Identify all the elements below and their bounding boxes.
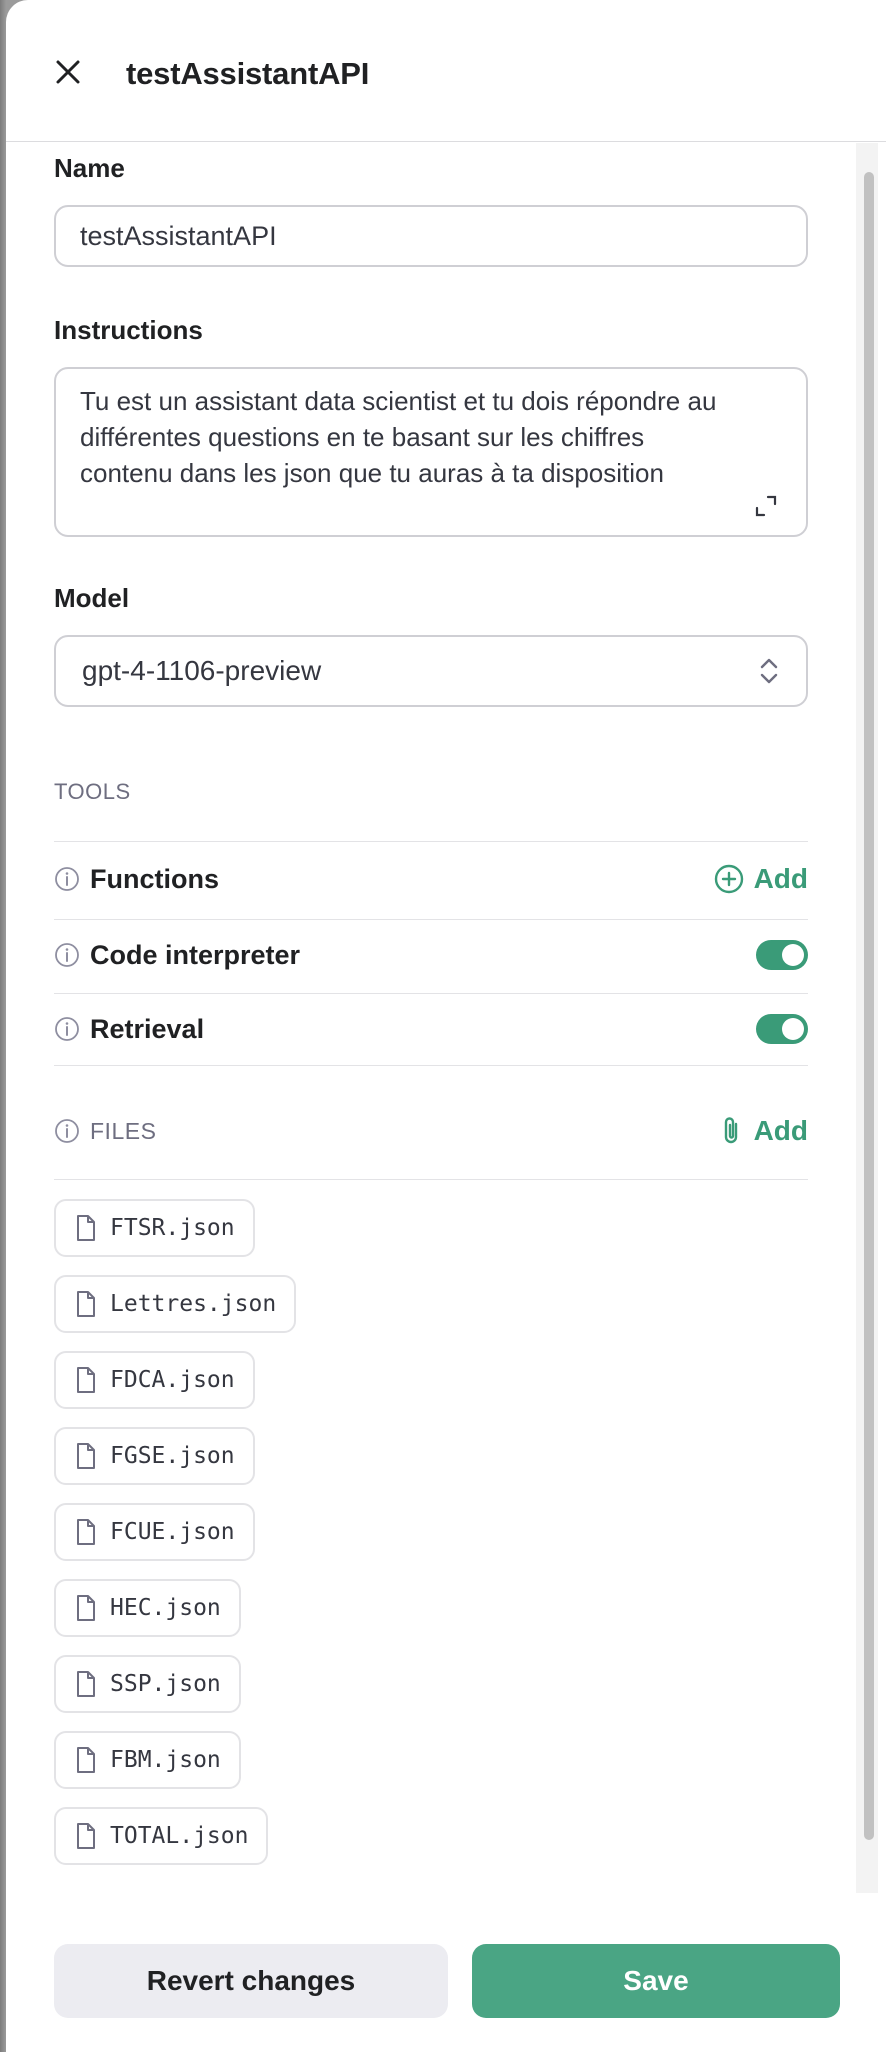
file-chip[interactable]: HEC.json (54, 1579, 241, 1637)
expand-icon[interactable] (754, 491, 778, 517)
instructions-line: différentes questions en te basant sur l… (80, 422, 645, 452)
file-name: TOTAL.json (110, 1823, 249, 1849)
file-icon (74, 1670, 98, 1698)
chevron-updown-icon (758, 656, 780, 686)
file-name: SSP.json (110, 1671, 221, 1697)
file-name: FTSR.json (110, 1215, 235, 1241)
file-chip[interactable]: FGSE.json (54, 1427, 255, 1485)
tool-row-code-interpreter: Code interpreter (54, 919, 808, 991)
file-name: FBM.json (110, 1747, 221, 1773)
info-icon[interactable] (54, 866, 80, 892)
tool-label-retrieval: Retrieval (90, 1013, 205, 1044)
close-button[interactable] (46, 50, 90, 94)
file-chip[interactable]: FTSR.json (54, 1199, 255, 1257)
file-chip[interactable]: FBM.json (54, 1731, 241, 1789)
file-icon (74, 1746, 98, 1774)
name-input[interactable]: testAssistantAPI (54, 205, 808, 267)
tool-label-code-interpreter: Code interpreter (90, 939, 301, 970)
instructions-textarea[interactable]: Tu est un assistant data scientist et tu… (54, 367, 808, 537)
tool-row-functions: Functions Add (54, 843, 808, 915)
code-interpreter-toggle[interactable] (756, 940, 808, 970)
tool-row-retrieval: Retrieval (54, 993, 808, 1065)
form-scroll-area[interactable]: Name testAssistantAPI Instructions Tu es… (6, 143, 886, 1893)
close-icon (54, 58, 82, 86)
file-icon (74, 1822, 98, 1850)
assistant-edit-panel: testAssistantAPI Name testAssistantAPI I… (6, 0, 886, 2052)
instructions-line: contenu dans les json que tu auras à ta … (80, 458, 664, 488)
file-name: HEC.json (110, 1595, 221, 1621)
add-file-label: Add (753, 1115, 808, 1146)
file-chip[interactable]: TOTAL.json (54, 1807, 269, 1865)
divider (54, 1065, 808, 1066)
plus-circle-icon (714, 864, 744, 894)
model-select-value: gpt-4-1106-preview (82, 655, 322, 686)
file-chip[interactable]: Lettres.json (54, 1275, 297, 1333)
file-name: FGSE.json (110, 1443, 235, 1469)
info-icon[interactable] (54, 1118, 80, 1144)
panel-header: testAssistantAPI (6, 0, 886, 142)
paperclip-icon (718, 1115, 744, 1147)
file-icon (74, 1290, 98, 1318)
divider (54, 841, 808, 842)
file-icon (74, 1214, 98, 1242)
file-icon (74, 1518, 98, 1546)
add-function-label: Add (753, 863, 808, 894)
instructions-line: Tu est un assistant data scientist et tu… (80, 386, 717, 416)
name-input-value: testAssistantAPI (80, 220, 277, 251)
files-caption: FILES (90, 1117, 157, 1144)
model-label: Model (54, 583, 130, 613)
file-name: FDCA.json (110, 1367, 235, 1393)
file-chip[interactable]: FDCA.json (54, 1351, 255, 1409)
add-file-button[interactable]: Add (718, 1115, 808, 1147)
file-icon (74, 1366, 98, 1394)
save-button[interactable]: Save (472, 1944, 840, 2018)
file-icon (74, 1594, 98, 1622)
retrieval-toggle[interactable] (756, 1014, 808, 1044)
info-icon[interactable] (54, 942, 80, 968)
panel-title: testAssistantAPI (126, 56, 370, 91)
scrollbar-thumb[interactable] (864, 172, 874, 1840)
divider (54, 1179, 808, 1180)
file-icon (74, 1442, 98, 1470)
info-icon[interactable] (54, 1016, 80, 1042)
file-name: FCUE.json (110, 1519, 235, 1545)
files-header-row: FILES Add (54, 1095, 808, 1167)
revert-changes-button[interactable]: Revert changes (54, 1944, 448, 2018)
file-chip[interactable]: SSP.json (54, 1655, 241, 1713)
file-name: Lettres.json (110, 1291, 277, 1317)
add-function-button[interactable]: Add (714, 863, 808, 895)
model-select[interactable]: gpt-4-1106-preview (54, 635, 808, 707)
tool-label-functions: Functions (90, 863, 219, 894)
tools-caption: TOOLS (54, 779, 131, 804)
file-chip[interactable]: FCUE.json (54, 1503, 255, 1561)
instructions-label: Instructions (54, 315, 203, 345)
name-label: Name (54, 153, 125, 183)
